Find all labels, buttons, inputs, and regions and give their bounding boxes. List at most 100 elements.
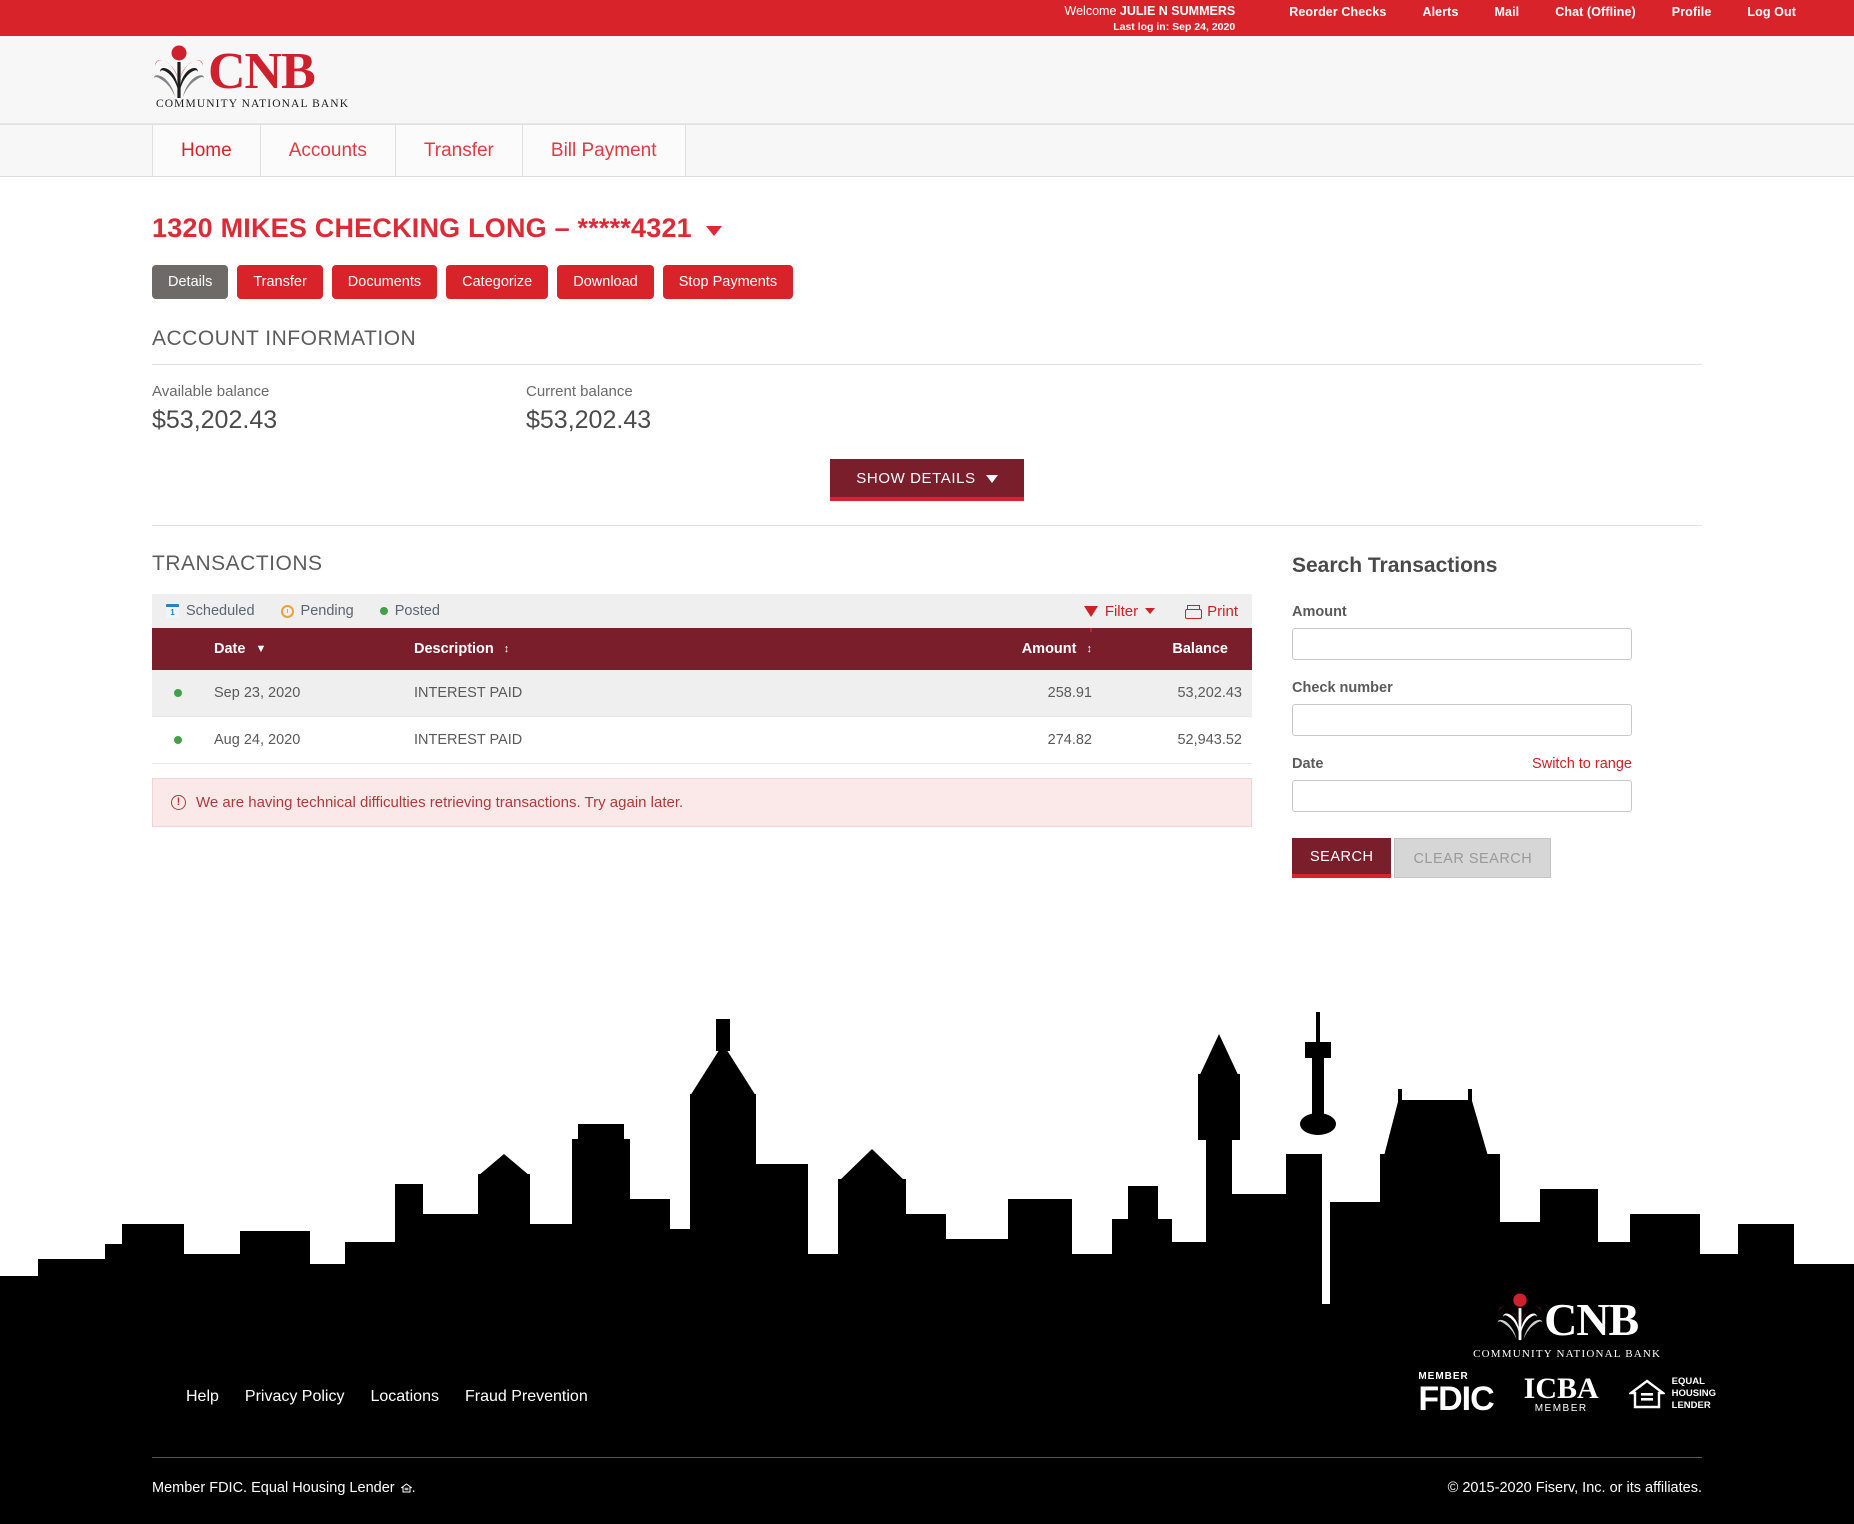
date-input[interactable]: [1292, 780, 1632, 812]
page-title: 1320 MIKES CHECKING LONG – *****4321: [152, 213, 692, 243]
sort-both-icon: ↕: [1086, 643, 1093, 655]
transactions-tools: Filter Print: [1083, 603, 1238, 632]
account-information-heading: ACCOUNT INFORMATION: [152, 327, 1702, 365]
calendar-icon: [166, 604, 179, 618]
footer-legal: Member FDIC. Equal Housing Lender . © 20…: [152, 1480, 1702, 1496]
row-balance: 53,202.43: [1102, 670, 1252, 717]
account-switcher-chevron-down-icon[interactable]: [705, 226, 722, 236]
util-link-profile[interactable]: Profile: [1654, 5, 1730, 19]
utility-bar: Welcome JULIE N SUMMERS Last log in: Sep…: [0, 0, 1854, 36]
footer-divider: [152, 1457, 1702, 1458]
filter-control[interactable]: Filter: [1083, 603, 1156, 632]
equal-housing-small-icon: [399, 1481, 413, 1493]
date-field-header: Date Switch to range: [1292, 756, 1632, 780]
sort-desc-icon: ▼: [255, 643, 267, 655]
filter-icon: [1083, 605, 1098, 632]
footer-link-privacy-policy[interactable]: Privacy Policy: [245, 1388, 345, 1406]
fdic-name-label: FDIC: [1418, 1380, 1494, 1418]
nav-item-bill-payment[interactable]: Bill Payment: [521, 125, 686, 176]
legend-scheduled: Scheduled: [166, 603, 255, 619]
warning-icon: !: [171, 795, 186, 810]
table-row[interactable]: Aug 24, 2020 INTEREST PAID 274.82 52,943…: [152, 716, 1252, 764]
col-description[interactable]: Description ↕: [404, 628, 912, 670]
brand-name: CNB: [208, 43, 316, 100]
section-divider: [152, 525, 1702, 526]
logo-header: CNB COMMUNITY NATIONAL BANK: [0, 36, 1854, 124]
util-link-logout[interactable]: Log Out: [1729, 5, 1814, 19]
check-number-field-label: Check number: [1292, 680, 1393, 696]
account-action-buttons: Details Transfer Documents Categorize Do…: [152, 265, 1702, 299]
transfer-button[interactable]: Transfer: [237, 265, 323, 299]
footer-legal-left-text: Member FDIC. Equal Housing Lender: [152, 1480, 395, 1496]
brand-logo[interactable]: CNB COMMUNITY NATIONAL BANK: [152, 44, 349, 110]
legend-pending-label: Pending: [300, 603, 354, 619]
categorize-button[interactable]: Categorize: [446, 265, 549, 299]
stop-payments-button[interactable]: Stop Payments: [662, 265, 794, 299]
footer-brand-logo: CNB COMMUNITY NATIONAL BANK MEMBER FDIC …: [1418, 1292, 1716, 1416]
nav-item-home[interactable]: Home: [152, 125, 260, 176]
transactions-heading: TRANSACTIONS: [152, 552, 323, 575]
documents-button[interactable]: Documents: [331, 265, 438, 299]
col-balance[interactable]: Balance: [1102, 628, 1252, 670]
footer-legal-right: © 2015-2020 Fiserv, Inc. or its affiliat…: [1447, 1480, 1702, 1496]
col-balance-label: Balance: [1172, 641, 1228, 657]
table-header-row: Date ▼ Description ↕ Amount ↕ Balance: [152, 628, 1252, 670]
transactions-table-body: Sep 23, 2020 INTEREST PAID 258.91 53,202…: [152, 670, 1252, 764]
footer-link-help[interactable]: Help: [186, 1388, 219, 1406]
available-balance-value: $53,202.43: [152, 406, 278, 434]
equal-housing-text: EQUAL HOUSING LENDER: [1672, 1376, 1716, 1412]
legend-pending: Pending: [280, 603, 354, 619]
row-description: INTEREST PAID: [404, 716, 912, 764]
green-dot-icon: [379, 607, 388, 615]
account-title-row: 1320 MIKES CHECKING LONG – *****4321: [152, 177, 1702, 244]
col-date[interactable]: Date ▼: [204, 628, 404, 670]
details-button[interactable]: Details: [152, 265, 229, 299]
error-message: We are having technical difficulties ret…: [196, 794, 684, 811]
green-dot-icon: [174, 689, 182, 697]
footer-brand-name: CNB: [1544, 1293, 1639, 1345]
current-balance-value: $53,202.43: [526, 406, 652, 434]
util-link-reorder-checks[interactable]: Reorder Checks: [1271, 5, 1404, 19]
col-status: [152, 628, 204, 670]
show-details-button[interactable]: SHOW DETAILS: [830, 459, 1024, 501]
search-transactions-panel: Search Transactions Amount Check number …: [1292, 552, 1632, 878]
nav-item-transfer[interactable]: Transfer: [394, 125, 522, 176]
ehl-line-3: LENDER: [1671, 1399, 1711, 1411]
legend-posted: Posted: [379, 603, 440, 619]
row-amount: 274.82: [912, 716, 1102, 764]
footer-legal-left: Member FDIC. Equal Housing Lender .: [152, 1480, 416, 1496]
row-status: [152, 716, 204, 764]
print-control[interactable]: Print: [1185, 603, 1238, 620]
icba-badge: ICBA MEMBER: [1524, 1374, 1599, 1414]
col-date-label: Date: [214, 641, 246, 657]
util-link-chat[interactable]: Chat (Offline): [1537, 5, 1654, 19]
col-amount[interactable]: Amount ↕: [912, 628, 1102, 670]
col-description-label: Description: [414, 641, 494, 657]
switch-to-range-link[interactable]: Switch to range: [1532, 756, 1632, 772]
footer-legal-left-suffix: .: [411, 1480, 416, 1496]
status-legend: Scheduled Pending Posted: [166, 603, 440, 619]
check-number-input[interactable]: [1292, 704, 1632, 736]
show-details-label: SHOW DETAILS: [856, 470, 976, 487]
col-amount-label: Amount: [1021, 641, 1077, 657]
search-button[interactable]: SEARCH: [1292, 838, 1392, 878]
transactions-table-header: Date ▼ Description ↕ Amount ↕ Balance: [152, 628, 1252, 670]
nav-item-accounts[interactable]: Accounts: [259, 125, 395, 176]
download-button[interactable]: Download: [557, 265, 654, 299]
row-date: Sep 23, 2020: [204, 670, 404, 717]
error-banner: ! We are having technical difficulties r…: [152, 778, 1252, 827]
clear-search-button[interactable]: CLEAR SEARCH: [1394, 838, 1552, 878]
equal-housing-lender-badge: EQUAL HOUSING LENDER: [1627, 1376, 1716, 1412]
available-balance-label: Available balance: [152, 383, 270, 400]
main-navigation: Home Accounts Transfer Bill Payment: [0, 124, 1854, 177]
transactions-panel: TRANSACTIONS Scheduled Pending Posted: [152, 552, 1252, 878]
footer-link-locations[interactable]: Locations: [370, 1388, 439, 1406]
legend-posted-label: Posted: [394, 603, 440, 619]
util-link-alerts[interactable]: Alerts: [1404, 5, 1476, 19]
footer-link-fraud-prevention[interactable]: Fraud Prevention: [465, 1388, 588, 1406]
amount-input[interactable]: [1292, 628, 1632, 660]
table-row[interactable]: Sep 23, 2020 INTEREST PAID 258.91 53,202…: [152, 670, 1252, 717]
util-link-mail[interactable]: Mail: [1477, 5, 1538, 19]
show-details-row: SHOW DETAILS: [152, 459, 1702, 501]
ehl-line-1: EQUAL: [1671, 1376, 1705, 1388]
